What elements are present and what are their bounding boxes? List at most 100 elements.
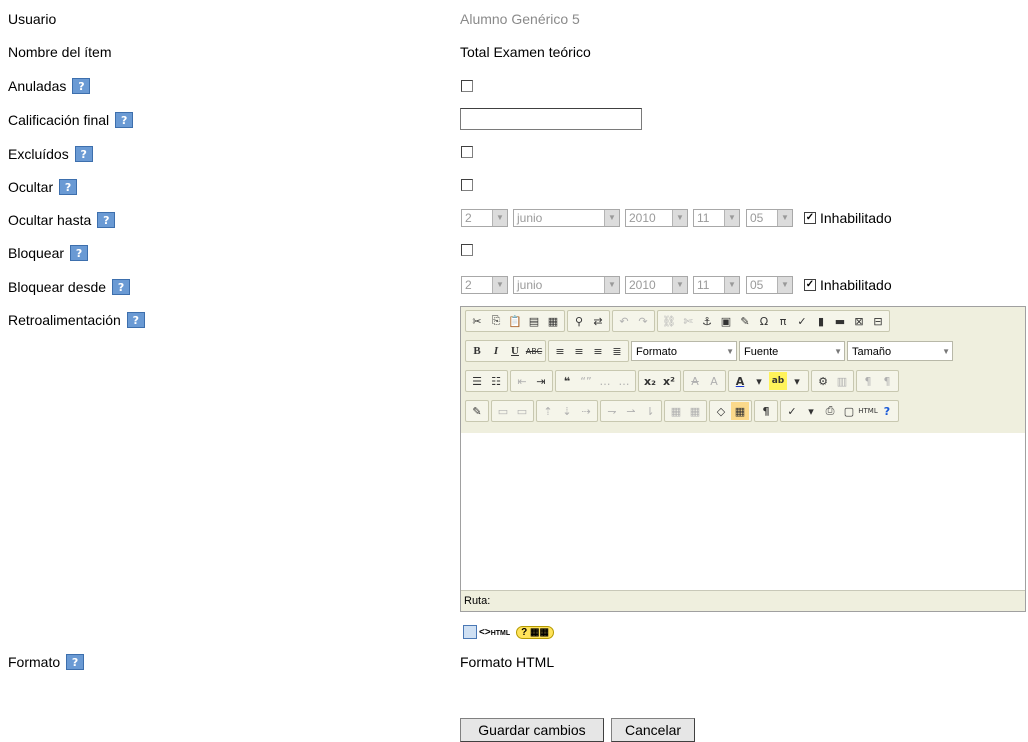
strikethrough-icon[interactable]: ABC <box>525 342 543 360</box>
deletion-icon[interactable]: A <box>686 372 704 390</box>
spellcheck-icon[interactable]: ✓ <box>793 312 811 330</box>
indent-icon[interactable]: ⇥ <box>532 372 550 390</box>
col-delete-icon[interactable]: ⇂ <box>641 402 659 420</box>
table-icon[interactable]: ▦ <box>731 402 749 420</box>
font-color-icon[interactable]: A <box>731 372 749 390</box>
align-center-icon[interactable]: ≡ <box>570 342 588 360</box>
cut-icon[interactable]: ✂ <box>468 312 486 330</box>
size-select[interactable]: Tamaño ▼ <box>847 341 953 361</box>
highlight-icon[interactable]: ab <box>769 372 787 390</box>
help-keyboard-icon[interactable]: ? ▦▦ <box>516 625 554 639</box>
acronym-icon[interactable]: … <box>615 372 633 390</box>
ocultar-hasta-disabled-checkbox[interactable]: ✓ <box>804 212 816 224</box>
html-source-icon[interactable]: HTML <box>858 402 877 420</box>
numbered-list-icon[interactable]: ☷ <box>487 372 505 390</box>
bloquear-desde-year-select[interactable]: 2010 ▼ <box>625 276 688 294</box>
help-icon[interactable]: ? <box>70 245 89 261</box>
excluidos-checkbox[interactable] <box>461 146 473 158</box>
cite-icon[interactable]: “” <box>577 372 595 390</box>
ocultar-hasta-year-select[interactable]: 2010 ▼ <box>625 209 688 227</box>
layer-icon[interactable]: ▭ <box>494 402 512 420</box>
editor-content-area[interactable] <box>461 433 1025 591</box>
media-icon[interactable]: ▮ <box>812 312 830 330</box>
ocultar-hasta-disabled[interactable]: ✓ Inhabilitado <box>804 210 892 226</box>
nonbreaking-icon[interactable]: ⊠ <box>850 312 868 330</box>
bloquear-desde-disabled[interactable]: ✓ Inhabilitado <box>804 277 892 293</box>
help-icon[interactable]: ? <box>115 112 134 128</box>
subscript-icon[interactable]: x₂ <box>641 372 659 390</box>
save-button[interactable]: Guardar cambios <box>460 718 604 742</box>
italic-icon[interactable]: I <box>487 342 505 360</box>
omega-icon[interactable]: Ω <box>755 312 773 330</box>
bloquear-desde-hour-select[interactable]: 11 ▼ <box>693 276 740 294</box>
fullscreen-icon[interactable]: ▢ <box>840 402 858 420</box>
rich-text-editor[interactable]: ✂ ⎘ 📋 ▤ ▦ ⚲ ⇄ ↶ ↷ ⛓ ✄ ⚓ ▣ ✎ Ω π ✓ ▮ ▬ ⊠ … <box>460 306 1026 612</box>
cleanup-icon[interactable]: ✎ <box>736 312 754 330</box>
spellcheck-dropdown-icon[interactable]: ▾ <box>802 402 820 420</box>
help-icon[interactable]: ? <box>59 179 78 195</box>
merge-cells-icon[interactable]: ▦ <box>686 402 704 420</box>
insertion-icon[interactable]: A <box>705 372 723 390</box>
underline-icon[interactable]: U <box>506 342 524 360</box>
unlink-icon[interactable]: ✄ <box>679 312 697 330</box>
ltr-icon[interactable]: ¶ <box>859 372 877 390</box>
paste-word-icon[interactable]: ▦ <box>544 312 562 330</box>
ocultar-hasta-minute-select[interactable]: 05 ▼ <box>746 209 793 227</box>
pi-icon[interactable]: π <box>774 312 792 330</box>
link-icon[interactable]: ⛓ <box>660 312 678 330</box>
redo-icon[interactable]: ↷ <box>634 312 652 330</box>
align-justify-icon[interactable]: ≣ <box>608 342 626 360</box>
eraser-icon[interactable]: ◇ <box>712 402 730 420</box>
align-right-icon[interactable]: ≡ <box>589 342 607 360</box>
bloquear-desde-disabled-checkbox[interactable]: ✓ <box>804 279 816 291</box>
help-icon[interactable]: ? <box>66 654 85 670</box>
undo-icon[interactable]: ↶ <box>615 312 633 330</box>
row-after-icon[interactable]: ⇁ <box>603 402 621 420</box>
move-backward-icon[interactable]: ⇣ <box>558 402 576 420</box>
ocultar-checkbox[interactable] <box>461 179 473 191</box>
help-icon[interactable]: ? <box>72 78 91 94</box>
rtl-icon[interactable]: ¶ <box>878 372 896 390</box>
bold-icon[interactable]: B <box>468 342 486 360</box>
calificacion-final-input[interactable] <box>460 108 642 130</box>
print-icon[interactable]: ⎙ <box>821 402 839 420</box>
help-icon[interactable]: ? <box>112 279 131 295</box>
copy-icon[interactable]: ⎘ <box>487 312 505 330</box>
cancel-button[interactable]: Cancelar <box>611 718 695 742</box>
format-select[interactable]: Formato ▼ <box>631 341 737 361</box>
abbr-icon[interactable]: … <box>596 372 614 390</box>
bloquear-desde-minute-select[interactable]: 05 ▼ <box>746 276 793 294</box>
ocultar-hasta-day-select[interactable]: 2 ▼ <box>461 209 508 227</box>
font-color-dropdown-icon[interactable]: ▾ <box>750 372 768 390</box>
ocultar-hasta-month-select[interactable]: junio ▼ <box>513 209 620 227</box>
help-icon[interactable]: ? <box>74 146 93 162</box>
ocultar-hasta-hour-select[interactable]: 11 ▼ <box>693 209 740 227</box>
anchor-icon[interactable]: ⚓ <box>698 312 716 330</box>
template-icon[interactable]: ✎ <box>468 402 486 420</box>
align-left-icon[interactable]: ≡ <box>551 342 569 360</box>
move-forward-icon[interactable]: ⇡ <box>539 402 557 420</box>
help-circle-icon[interactable]: ? <box>878 402 896 420</box>
bloquear-desde-day-select[interactable]: 2 ▼ <box>461 276 508 294</box>
editor-toggle-icon[interactable] <box>463 625 477 639</box>
bloquear-desde-month-select[interactable]: junio ▼ <box>513 276 620 294</box>
paste-icon[interactable]: 📋 <box>506 312 524 330</box>
pagebreak-icon[interactable]: ⊟ <box>869 312 887 330</box>
paste-text-icon[interactable]: ▤ <box>525 312 543 330</box>
split-cells-icon[interactable]: ▦ <box>667 402 685 420</box>
spellcheck-abc-icon[interactable]: ✓ <box>783 402 801 420</box>
help-icon[interactable]: ? <box>97 212 116 228</box>
bloquear-checkbox[interactable] <box>461 244 473 256</box>
row-delete-icon[interactable]: ⇢ <box>577 402 595 420</box>
image-icon[interactable]: ▣ <box>717 312 735 330</box>
highlight-dropdown-icon[interactable]: ▾ <box>788 372 806 390</box>
style-props-icon[interactable]: ⚙ <box>814 372 832 390</box>
outdent-icon[interactable]: ⇤ <box>513 372 531 390</box>
help-icon[interactable]: ? <box>126 312 145 328</box>
hr-icon[interactable]: ▬ <box>831 312 849 330</box>
replace-icon[interactable]: ⇄ <box>589 312 607 330</box>
font-select[interactable]: Fuente ▼ <box>739 341 845 361</box>
superscript-icon[interactable]: x² <box>660 372 678 390</box>
html-toggle-icon[interactable]: <>HTML <box>479 627 510 638</box>
find-icon[interactable]: ⚲ <box>570 312 588 330</box>
